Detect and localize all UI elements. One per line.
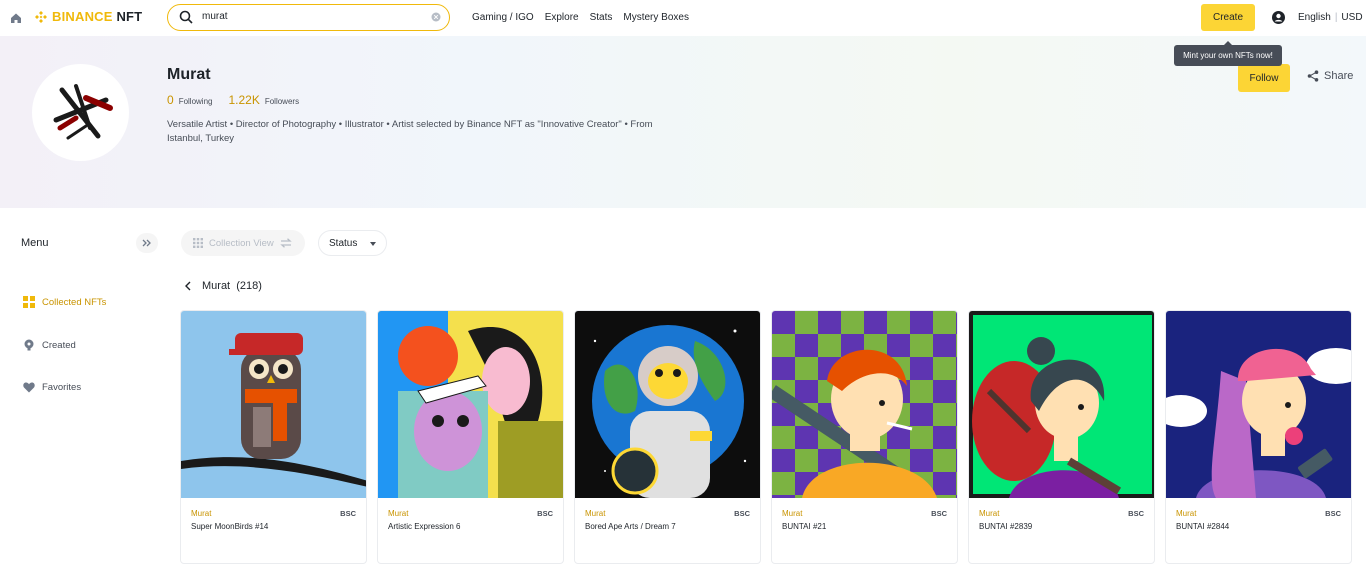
following-label[interactable]: Following [179, 97, 213, 106]
nft-creator[interactable]: Murat [782, 509, 802, 518]
share-button[interactable]: Share [1307, 70, 1353, 82]
search-icon [179, 10, 193, 24]
sidebar-item-label: Created [42, 339, 76, 351]
followers-label[interactable]: Followers [265, 97, 299, 106]
create-tooltip: Mint your own NFTs now! [1174, 41, 1282, 66]
followers-count[interactable]: 1.22K [228, 93, 259, 107]
double-chevron-right-icon [142, 239, 151, 247]
create-button[interactable]: Create [1201, 4, 1255, 31]
binance-nft-logo[interactable]: BINANCE NFT [34, 9, 142, 24]
grid-dots-icon [193, 238, 203, 248]
brush-icon [24, 339, 34, 351]
user-account-icon[interactable] [1272, 11, 1285, 24]
sidebar-item-label: Collected NFTs [42, 296, 107, 308]
nft-creator[interactable]: Murat [1176, 509, 1196, 518]
nft-creator[interactable]: Murat [979, 509, 999, 518]
nft-title[interactable]: Artistic Expression 6 [388, 522, 460, 531]
divider: | [1334, 12, 1338, 23]
chain-badge: BSC [340, 509, 356, 518]
search-box[interactable]: murat [167, 4, 450, 31]
nav-stats[interactable]: Stats [590, 12, 613, 23]
sidebar-item-created[interactable]: Created [23, 339, 76, 351]
chain-badge: BSC [537, 509, 553, 518]
collection-header: Murat (218) [184, 280, 262, 292]
nft-grid: Murat BSC Super MoonBirds #14 Murat BSC … [180, 310, 1352, 564]
nft-card[interactable]: Murat BSC Artistic Expression 6 [377, 310, 564, 564]
nft-card[interactable]: Murat BSC Super MoonBirds #14 [180, 310, 367, 564]
profile-bio: Versatile Artist • Director of Photograp… [167, 119, 653, 144]
nav-gaming-igo[interactable]: Gaming / IGO [472, 12, 534, 23]
nft-creator[interactable]: Murat [388, 509, 408, 518]
follow-button[interactable]: Follow [1238, 64, 1290, 92]
collection-view-label: Collection View [209, 237, 274, 249]
main-nav: Gaming / IGO Explore Stats Mystery Boxes [472, 12, 689, 23]
nav-explore[interactable]: Explore [545, 12, 579, 23]
astronaut-ape-artwork-image [575, 311, 760, 498]
swap-icon [280, 238, 292, 248]
clear-icon[interactable] [431, 12, 441, 22]
nft-creator[interactable]: Murat [585, 509, 605, 518]
nft-title[interactable]: Super MoonBirds #14 [191, 522, 268, 531]
nft-title[interactable]: BUNTAI #21 [782, 522, 826, 531]
home-icon[interactable] [10, 12, 22, 24]
nft-title[interactable]: BUNTAI #2844 [1176, 522, 1229, 531]
currency-label[interactable]: USD [1341, 12, 1362, 23]
chain-badge: BSC [734, 509, 750, 518]
abstract-faces-artwork-image [378, 311, 563, 498]
status-filter-label: Status [329, 237, 358, 249]
nft-card[interactable]: Murat BSC Bored Ape Arts / Dream 7 [574, 310, 761, 564]
buntai-21-artwork-image [772, 311, 957, 498]
collection-view-toggle[interactable]: Collection View [181, 230, 305, 256]
chain-badge: BSC [1325, 509, 1341, 518]
avatar-logo-mark [53, 83, 113, 139]
back-chevron-icon[interactable] [184, 281, 192, 291]
top-navigation: BINANCE NFT murat Gaming / IGO Explore S… [0, 0, 1366, 36]
nft-title[interactable]: BUNTAI #2839 [979, 522, 1032, 531]
profile-avatar [32, 64, 129, 161]
sidebar-item-collected-nfts[interactable]: Collected NFTs [23, 296, 106, 308]
logo-text: BINANCE NFT [52, 9, 143, 24]
search-input[interactable]: murat [202, 11, 228, 22]
nft-title[interactable]: Bored Ape Arts / Dream 7 [585, 522, 676, 531]
language-currency-selector[interactable]: English | USD [1298, 12, 1363, 23]
share-label: Share [1324, 70, 1354, 82]
sidebar-item-label: Favorites [42, 382, 82, 393]
menu-collapse-button[interactable] [136, 233, 158, 253]
nav-mystery-boxes[interactable]: Mystery Boxes [623, 12, 689, 23]
profile-name: Murat [167, 66, 211, 83]
chain-badge: BSC [1128, 509, 1144, 518]
profile-stats: 0 Following 1.22K Followers [167, 93, 299, 107]
chain-badge: BSC [931, 509, 947, 518]
caret-down-icon [370, 242, 376, 246]
collection-name: Murat (218) [202, 280, 262, 292]
buntai-2844-artwork-image [1166, 311, 1351, 498]
share-icon [1307, 70, 1319, 82]
nft-card[interactable]: Murat BSC BUNTAI #21 [771, 310, 958, 564]
binance-logo-icon [35, 10, 47, 23]
menu-title: Menu [21, 237, 49, 249]
language-label[interactable]: English [1298, 12, 1331, 23]
nft-card[interactable]: Murat BSC BUNTAI #2844 [1165, 310, 1352, 564]
heart-icon [23, 382, 35, 393]
grid-icon [23, 296, 35, 308]
owl-artwork-image [181, 311, 366, 498]
sidebar-item-favorites[interactable]: Favorites [23, 382, 81, 393]
status-filter-dropdown[interactable]: Status [318, 230, 387, 256]
following-count[interactable]: 0 [167, 93, 174, 107]
nft-card[interactable]: Murat BSC BUNTAI #2839 [968, 310, 1155, 564]
buntai-2839-artwork-image [969, 311, 1154, 498]
nft-creator[interactable]: Murat [191, 509, 211, 518]
